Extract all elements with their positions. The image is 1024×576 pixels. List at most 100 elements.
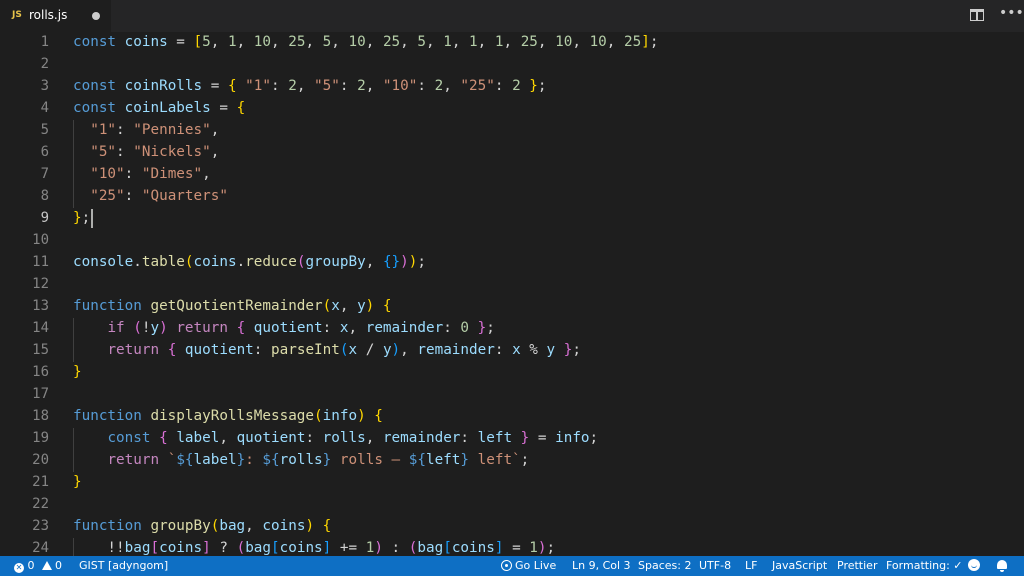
prettier-status[interactable]: Prettier (837, 556, 877, 576)
language-mode[interactable]: JavaScript (772, 556, 827, 576)
code-token: 25 (382, 34, 401, 50)
code-token: } (460, 452, 470, 468)
code-token: groupBy (150, 518, 211, 534)
code-token: ; (486, 320, 495, 336)
code-token: 10 (555, 34, 573, 50)
code-line[interactable]: 2 (0, 53, 1024, 75)
code-token: , (245, 518, 263, 534)
code-token: } (469, 320, 487, 336)
code-line[interactable]: 17 (0, 383, 1024, 405)
code-token: 25 (624, 34, 642, 50)
code-text: console.table(coins.reduce(groupBy, {}))… (73, 251, 426, 273)
code-line[interactable]: 14 if (!y) return { quotient: x, remaind… (0, 317, 1024, 339)
encoding-setting[interactable]: UTF-8 (699, 556, 731, 576)
split-editor-icon[interactable] (970, 9, 984, 21)
code-token: ] (202, 540, 211, 556)
code-line[interactable]: 19 const { label, quotient: rolls, remai… (0, 427, 1024, 449)
code-token: ; (649, 34, 659, 50)
code-token: reduce (245, 254, 297, 270)
code-line[interactable]: 22 (0, 493, 1024, 515)
problems-indicator[interactable]: ✕ 0 0 (14, 556, 62, 576)
code-token: const (107, 430, 160, 446)
code-token: "Dimes" (141, 166, 203, 182)
indentation-setting[interactable]: Spaces: 2 (638, 556, 691, 576)
code-line[interactable]: 12 (0, 273, 1024, 295)
line-number: 7 (40, 166, 49, 182)
bell-icon[interactable] (997, 560, 1007, 572)
code-token: {} (382, 254, 401, 270)
line-number: 19 (32, 430, 49, 446)
code-token: ; (520, 452, 530, 468)
code-token: const (73, 100, 125, 116)
more-actions-icon[interactable]: ••• (999, 5, 1024, 21)
code-token: function (73, 298, 151, 314)
unsaved-dot-icon[interactable] (92, 12, 100, 20)
code-token: ; (572, 342, 581, 358)
code-line[interactable]: 11 console.table(coins.reduce(groupBy, {}… (0, 251, 1024, 273)
line-number: 2 (40, 56, 49, 72)
code-token: , (537, 34, 556, 50)
code-token: ; (546, 540, 556, 556)
code-text: }; (73, 207, 90, 229)
code-line[interactable]: 5 "1": "Pennies", (0, 119, 1024, 141)
code-line[interactable]: 23 function groupBy(bag, coins) { (0, 515, 1024, 537)
code-token: 2 (357, 78, 366, 94)
code-token: ; (537, 78, 547, 94)
code-line[interactable]: 1 const coins = [5, 1, 10, 25, 5, 10, 25,… (0, 32, 1024, 53)
code-line[interactable]: 8 "25": "Quarters" (0, 185, 1024, 207)
code-line[interactable]: 13 function getQuotientRemainder(x, y) { (0, 295, 1024, 317)
code-line[interactable]: 3 const coinRolls = { "1": 2, "5": 2, "10… (0, 75, 1024, 97)
line-number: 23 (32, 518, 49, 534)
code-line[interactable]: 24 !!bag[coins] ? (bag[coins] += 1) : (b… (0, 537, 1024, 556)
code-token: : (124, 188, 142, 204)
code-token: , (572, 34, 590, 50)
code-text: "10": "Dimes", (73, 163, 211, 185)
code-token: coins (124, 34, 168, 50)
code-line[interactable]: 6 "5": "Nickels", (0, 141, 1024, 163)
code-token: coins (262, 518, 306, 534)
tab-label[interactable]: rolls.js (29, 8, 67, 22)
code-token: } (520, 78, 538, 94)
smiley-icon[interactable] (968, 559, 980, 571)
code-line[interactable]: 16} (0, 361, 1024, 383)
code-token: quotient (236, 430, 306, 446)
code-token: 5 (322, 34, 332, 50)
code-token: ; (81, 210, 91, 226)
code-line[interactable]: 9}; (0, 207, 1024, 229)
code-token: 10 (253, 34, 272, 50)
code-line[interactable]: 4 const coinLabels = { (0, 97, 1024, 119)
tab-rolls-js[interactable]: JS rolls.js (0, 0, 111, 32)
broadcast-icon (501, 560, 512, 571)
code-line[interactable]: 7 "10": "Dimes", (0, 163, 1024, 185)
code-token: 1 (529, 540, 538, 556)
gist-status[interactable]: GIST [adyngom] (79, 556, 168, 576)
code-line[interactable]: 20 return `${label}: ${rolls} rolls – ${… (0, 449, 1024, 471)
code-token: 5 (417, 34, 426, 50)
code-text: } (73, 361, 82, 383)
go-live-button[interactable]: Go Live (501, 556, 556, 576)
code-token: groupBy (305, 254, 366, 270)
code-token: [ (150, 540, 160, 556)
code-token: "5" (90, 144, 117, 160)
cursor-position[interactable]: Ln 9, Col 3 (572, 556, 631, 576)
code-line[interactable]: 10 (0, 229, 1024, 251)
code-token: coins (193, 254, 237, 270)
line-number: 24 (32, 540, 49, 556)
eol-setting[interactable]: LF (745, 556, 757, 576)
code-text: function displayRollsMessage(info) { (73, 405, 383, 427)
code-line[interactable]: 15 return { quotient: parseInt(x / y), r… (0, 339, 1024, 361)
code-token: 25 (288, 34, 306, 50)
code-editor[interactable]: 1 const coins = [5, 1, 10, 25, 5, 10, 25,… (0, 32, 1024, 556)
formatting-status[interactable]: Formatting: ✓ (886, 556, 963, 576)
code-token: : (116, 122, 134, 138)
code-token: { (236, 100, 246, 116)
code-token: += (331, 540, 366, 556)
code-line[interactable]: 18 function displayRollsMessage(info) { (0, 405, 1024, 427)
code-token: , (477, 34, 495, 50)
code-token: , (348, 320, 366, 336)
line-number: 5 (40, 122, 49, 138)
code-line[interactable]: 21} (0, 471, 1024, 493)
